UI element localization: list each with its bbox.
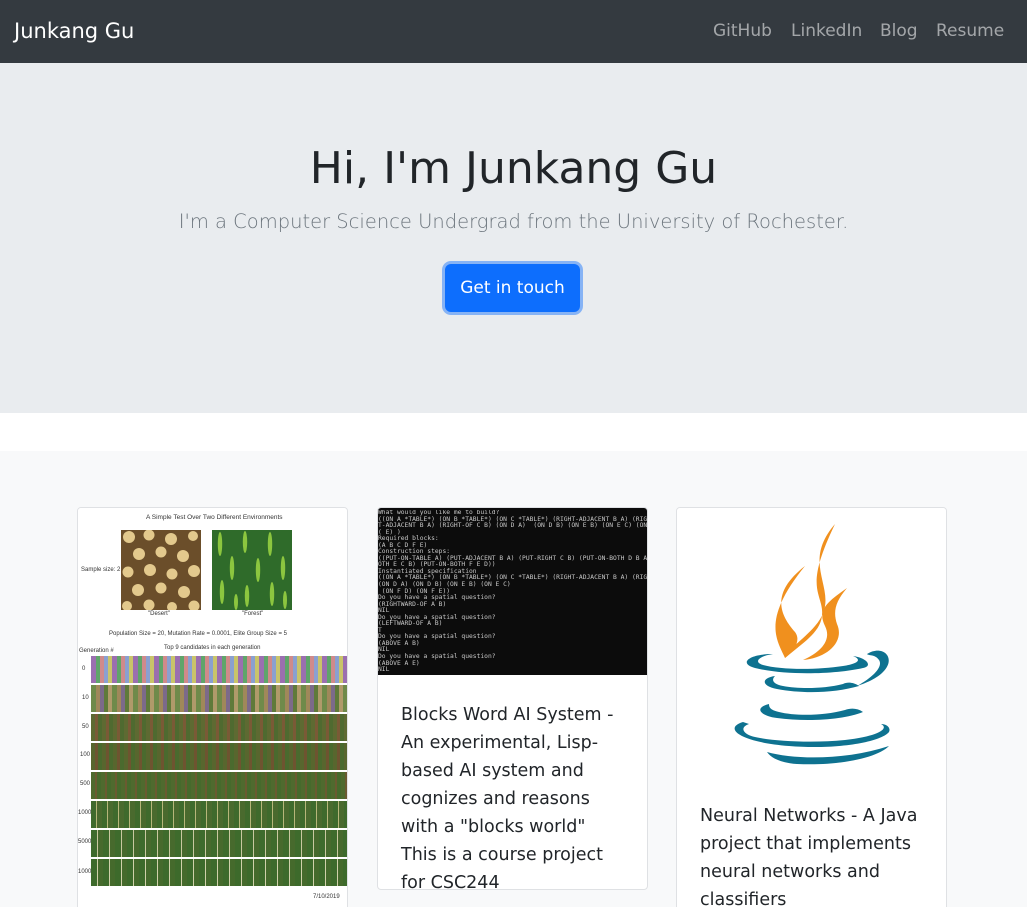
project-description: Blocks Word AI System - An experimental,… (401, 705, 614, 890)
nav-link-linkedin[interactable]: LinkedIn (791, 16, 862, 46)
generation-row-image (91, 801, 347, 828)
forest-label: "Forest" (242, 611, 264, 617)
java-logo-icon (734, 524, 890, 765)
navbar: Junkang Gu GitHub LinkedIn Blog Resume (0, 0, 1027, 63)
project-description: Neural Networks - A Java project that im… (700, 806, 918, 907)
generation-label: 500 (80, 781, 91, 787)
generation-label: 1000 (78, 810, 92, 816)
nav-link-blog[interactable]: Blog (880, 16, 918, 46)
generation-row-image (91, 656, 347, 683)
project-card-genetic[interactable]: A Simple Test Over Two Different Environ… (77, 507, 348, 907)
generation-header: Generation # (79, 648, 114, 654)
nav-link-github[interactable]: GitHub (713, 16, 772, 46)
brand-link[interactable]: Junkang Gu (14, 16, 134, 46)
generation-row-image (91, 830, 347, 857)
generation-label: 0 (82, 666, 86, 672)
java-logo-image (677, 508, 946, 776)
figure-subtitle: Top 9 candidates in each generation (164, 645, 261, 651)
hero-section (0, 63, 1027, 413)
project-card-neural-networks[interactable]: Neural Networks - A Java project that im… (676, 507, 947, 907)
terminal-screenshot-image: What would you like me to build? ((ON A … (378, 508, 647, 675)
figure-date: 7/10/2019 (313, 894, 340, 900)
nav-link-resume[interactable]: Resume (936, 16, 1004, 46)
desert-label: "Desert" (148, 611, 170, 617)
hero-lead: I'm a Computer Science Undergrad from th… (178, 210, 849, 233)
desert-texture-image (121, 530, 201, 610)
generation-row-image (91, 772, 347, 799)
terminal-output-text: What would you like me to build? ((ON A … (378, 510, 647, 674)
generation-row-image (91, 714, 347, 741)
hero-title: Hi, I'm Junkang Gu (309, 143, 718, 194)
figure-params: Population Size = 20, Mutation Rate = 0.… (109, 631, 287, 637)
generation-row-image (91, 685, 347, 712)
generation-row-image (91, 859, 347, 886)
generation-label: 50 (82, 724, 89, 730)
forest-texture-image (212, 530, 292, 610)
generation-label: 100 (80, 752, 91, 758)
project-card-blocks-world[interactable]: What would you like me to build? ((ON A … (377, 507, 648, 890)
figure-title: A Simple Test Over Two Different Environ… (146, 514, 283, 521)
generation-label: 10 (82, 695, 89, 701)
figure-sample-label: Sample size: 2 (81, 567, 121, 573)
generation-label: 5000 (78, 839, 92, 845)
generation-row-image (91, 743, 347, 770)
get-in-touch-button[interactable]: Get in touch (445, 264, 580, 312)
project-image-genetic: A Simple Test Over Two Different Environ… (78, 508, 347, 907)
